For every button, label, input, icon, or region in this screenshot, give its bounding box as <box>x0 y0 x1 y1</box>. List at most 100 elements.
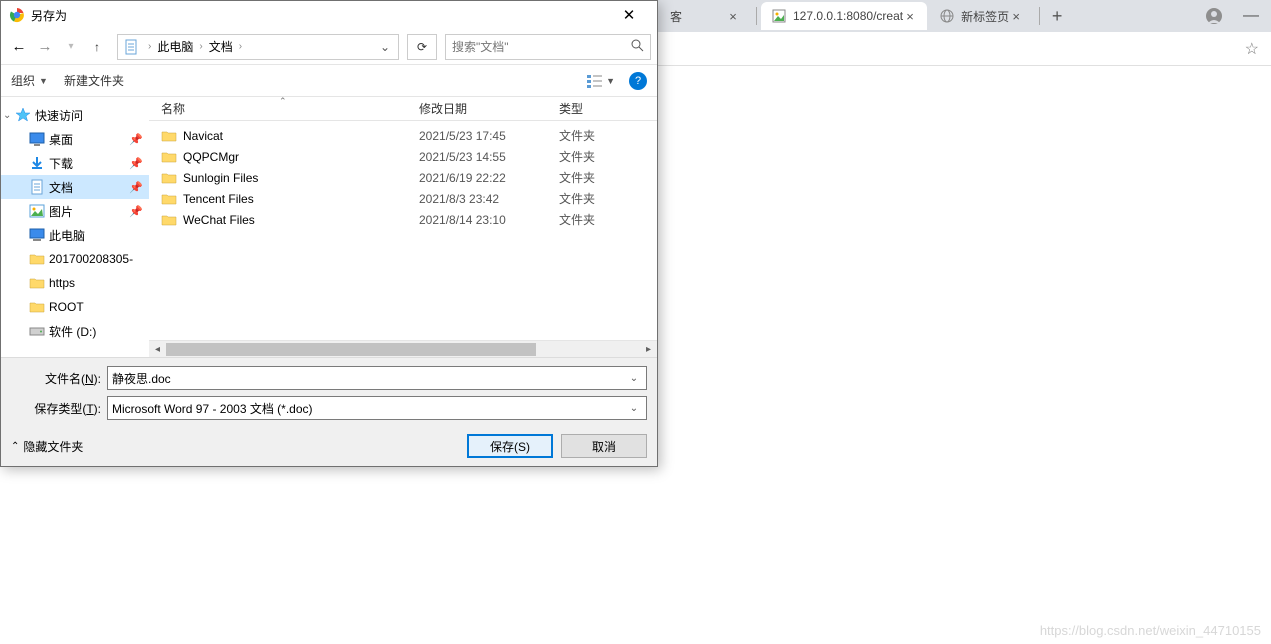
dialog-bottom-panel: 文件名(N): 静夜思.doc ⌄ 保存类型(T): Microsoft Wor… <box>1 357 657 466</box>
folder-icon <box>161 149 177 165</box>
nav-item-label: 此电脑 <box>49 227 143 244</box>
nav-item-1[interactable]: 桌面 📌 <box>1 127 149 151</box>
browser-tab-2[interactable]: 新标签页 × <box>929 2 1033 30</box>
nav-back-button[interactable]: ← <box>7 35 31 59</box>
close-icon[interactable]: × <box>903 9 917 23</box>
nav-recent-dropdown[interactable]: ▾ <box>59 35 83 59</box>
file-rows: Navicat2021/5/23 17:45文件夹QQPCMgr2021/5/2… <box>149 121 657 340</box>
filetype-label: 保存类型(T): <box>11 400 107 417</box>
scroll-left-icon[interactable]: ◂ <box>149 341 166 358</box>
chevron-down-icon: ▼ <box>39 76 48 86</box>
horizontal-scrollbar[interactable]: ◂ ▸ <box>149 340 657 357</box>
nav-item-label: 文档 <box>49 179 125 196</box>
watermark: https://blog.csdn.net/weixin_44710155 <box>1040 623 1261 638</box>
pin-icon: 📌 <box>129 157 143 170</box>
nav-item-0[interactable]: ⌄ 快速访问 <box>1 103 149 127</box>
nav-forward-button[interactable]: → <box>33 35 57 59</box>
nav-item-6[interactable]: 201700208305- <box>1 247 149 271</box>
minimize-icon[interactable]: — <box>1243 7 1259 25</box>
navigation-pane: ⌄ 快速访问桌面 📌 下载 📌 文档📌 图片 📌 此电脑 201700208305- https RO… <box>1 97 149 357</box>
file-date: 2021/8/14 23:10 <box>419 213 559 227</box>
help-button[interactable]: ? <box>629 72 647 90</box>
breadcrumb-root[interactable]: 此电脑 <box>155 38 195 55</box>
file-row[interactable]: QQPCMgr2021/5/23 14:55文件夹 <box>149 146 657 167</box>
pin-icon: 📌 <box>129 205 143 218</box>
search-input[interactable]: 搜索"文档" <box>445 34 651 60</box>
chevron-right-icon[interactable]: › <box>235 41 246 52</box>
nav-item-label: 图片 <box>49 203 125 220</box>
file-date: 2021/8/3 23:42 <box>419 192 559 206</box>
nav-item-label: 快速访问 <box>35 107 143 124</box>
nav-item-label: https <box>49 276 143 290</box>
file-date: 2021/5/23 14:55 <box>419 150 559 164</box>
view-options-button[interactable]: ▼ <box>583 72 619 90</box>
file-row[interactable]: WeChat Files2021/8/14 23:10文件夹 <box>149 209 657 230</box>
browser-tab-0[interactable]: 客 × <box>660 2 750 30</box>
nav-item-4[interactable]: 图片 📌 <box>1 199 149 223</box>
chevron-up-icon: ⌃ <box>11 441 19 452</box>
star-icon <box>15 107 31 123</box>
save-as-dialog: 另存为 ✕ ← → ▾ ↑ › 此电脑 › 文档 › ⌄ ⟳ 搜索"文档" 组织 <box>0 0 658 467</box>
browser-tab-1[interactable]: 127.0.0.1:8080/creat × <box>761 2 927 30</box>
chevron-right-icon[interactable]: › <box>195 41 206 52</box>
folder-icon <box>29 299 45 315</box>
bookmark-star-icon[interactable]: ☆ <box>1245 39 1259 59</box>
nav-item-label: 桌面 <box>49 131 125 148</box>
account-icon[interactable] <box>1205 7 1223 25</box>
tab-separator <box>756 7 757 25</box>
tab-separator <box>1039 7 1040 25</box>
nav-item-5[interactable]: 此电脑 <box>1 223 149 247</box>
nav-up-button[interactable]: ↑ <box>85 35 109 59</box>
filename-input[interactable]: 静夜思.doc ⌄ <box>107 366 647 390</box>
image-icon <box>771 8 787 24</box>
nav-item-label: 下载 <box>49 155 125 172</box>
pin-icon: 📌 <box>129 133 143 146</box>
file-row[interactable]: Sunlogin Files2021/6/19 22:22文件夹 <box>149 167 657 188</box>
expand-icon[interactable]: ⌄ <box>3 110 11 121</box>
hide-folders-toggle[interactable]: ⌃ 隐藏文件夹 <box>11 438 83 455</box>
organize-button[interactable]: 组织 ▼ <box>11 72 48 89</box>
refresh-button[interactable]: ⟳ <box>407 34 437 60</box>
column-name[interactable]: 名称 <box>161 100 419 117</box>
nav-item-8[interactable]: ROOT <box>1 295 149 319</box>
sort-indicator-icon: ⌃ <box>279 96 287 107</box>
file-date: 2021/5/23 17:45 <box>419 129 559 143</box>
file-name: Tencent Files <box>183 192 419 206</box>
column-type[interactable]: 类型 <box>559 100 639 117</box>
save-button[interactable]: 保存(S) <box>467 434 553 458</box>
folder-icon <box>161 212 177 228</box>
nav-item-3[interactable]: 文档📌 <box>1 175 149 199</box>
file-name: QQPCMgr <box>183 150 419 164</box>
scroll-right-icon[interactable]: ▸ <box>640 341 657 358</box>
file-row[interactable]: Navicat2021/5/23 17:45文件夹 <box>149 125 657 146</box>
chevron-right-icon[interactable]: › <box>144 41 155 52</box>
tab-title: 新标签页 <box>961 8 1009 25</box>
folder-icon <box>161 170 177 186</box>
close-icon[interactable]: × <box>1009 9 1023 23</box>
filetype-select[interactable]: Microsoft Word 97 - 2003 文档 (*.doc) ⌄ <box>107 396 647 420</box>
breadcrumb-folder[interactable]: 文档 <box>207 38 235 55</box>
folder-icon <box>161 191 177 207</box>
desktop-icon <box>29 131 45 147</box>
column-headers: ⌃ 名称 修改日期 类型 <box>149 97 657 121</box>
breadcrumb-bar[interactable]: › 此电脑 › 文档 › ⌄ <box>117 34 399 60</box>
nav-item-label: 201700208305- <box>49 252 143 266</box>
breadcrumb-dropdown[interactable]: ⌄ <box>376 40 394 54</box>
nav-item-9[interactable]: 软件 (D:) <box>1 319 149 343</box>
drive-icon <box>29 323 45 339</box>
search-icon[interactable] <box>631 39 644 55</box>
chevron-down-icon[interactable]: ⌄ <box>626 403 642 414</box>
column-date[interactable]: 修改日期 <box>419 100 559 117</box>
scrollbar-thumb[interactable] <box>166 343 536 356</box>
cancel-button[interactable]: 取消 <box>561 434 647 458</box>
chevron-down-icon[interactable]: ⌄ <box>626 373 642 384</box>
dialog-close-button[interactable]: ✕ <box>609 1 649 29</box>
new-tab-button[interactable]: + <box>1044 3 1070 29</box>
file-type: 文件夹 <box>559 169 639 186</box>
file-row[interactable]: Tencent Files2021/8/3 23:42文件夹 <box>149 188 657 209</box>
nav-item-7[interactable]: https <box>1 271 149 295</box>
close-icon[interactable]: × <box>726 9 740 23</box>
new-folder-button[interactable]: 新建文件夹 <box>64 72 124 89</box>
nav-item-2[interactable]: 下载 📌 <box>1 151 149 175</box>
filename-label: 文件名(N): <box>11 370 107 387</box>
